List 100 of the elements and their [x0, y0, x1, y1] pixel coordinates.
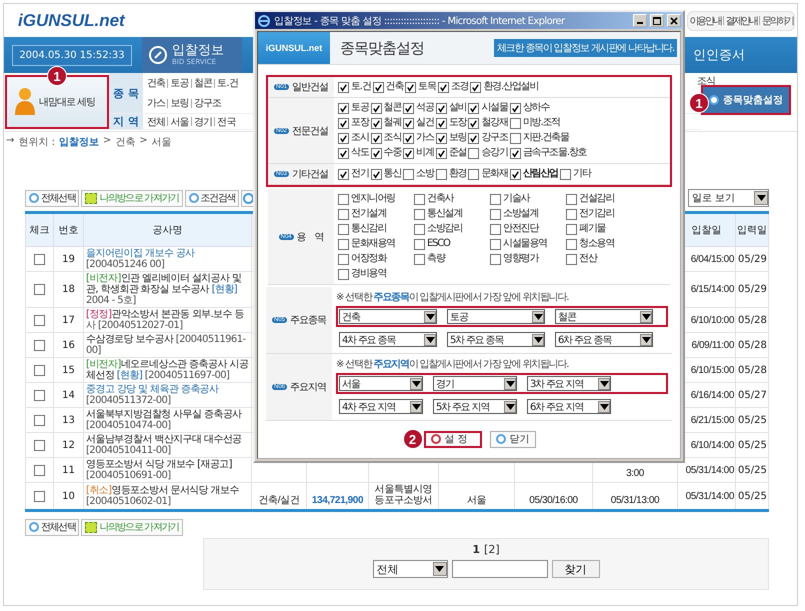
checkbox[interactable]	[510, 132, 521, 144]
checkbox-label[interactable]: 도장	[448, 116, 466, 130]
checkbox[interactable]	[566, 208, 577, 220]
checkbox[interactable]	[468, 118, 480, 128]
checkbox[interactable]	[338, 132, 349, 144]
checkbox-label[interactable]: 폐기물	[579, 222, 606, 236]
breadcrumb-link[interactable]: 건축	[115, 135, 136, 149]
checkbox-label[interactable]: 통신감리	[351, 222, 386, 236]
checkbox-label[interactable]: 환경.산업설비	[483, 80, 538, 94]
nav-tab[interactable]: 인인증서	[687, 37, 797, 73]
checkbox[interactable]	[436, 102, 447, 114]
checkbox[interactable]	[490, 224, 501, 234]
search-field[interactable]	[452, 560, 548, 578]
top-link[interactable]: 이용안내	[689, 14, 721, 28]
checkbox[interactable]	[490, 194, 501, 204]
checkbox[interactable]	[403, 102, 414, 114]
toolbar-button[interactable]: 전체선택	[25, 190, 80, 206]
checkbox[interactable]	[338, 118, 349, 128]
row-checkbox[interactable]	[34, 340, 45, 350]
checkbox-label[interactable]: 석공	[416, 101, 434, 115]
checkbox-label[interactable]: 준설	[448, 146, 466, 160]
checkbox[interactable]	[403, 148, 414, 158]
checkbox-label[interactable]: 지판.건축물	[522, 131, 569, 145]
breadcrumb-link[interactable]: 입찰정보	[58, 135, 99, 149]
checkbox-label[interactable]: 철강재	[481, 116, 508, 130]
page-link[interactable]: [2]	[484, 543, 500, 556]
checkbox-label[interactable]: 보링	[448, 131, 466, 145]
checkbox-label[interactable]: 토공	[351, 101, 369, 115]
category-link[interactable]: 철콘	[194, 76, 212, 90]
view-dropdown[interactable]: 일로 보기	[688, 189, 769, 207]
close-button[interactable]	[667, 14, 681, 27]
checkbox[interactable]	[338, 148, 349, 158]
category-link[interactable]: 보링	[170, 96, 189, 110]
row-checkbox[interactable]	[34, 314, 45, 326]
search-scope-dropdown[interactable]: 전체	[372, 560, 448, 578]
checkbox-label[interactable]: 금속구조물.창호	[522, 146, 586, 160]
checkbox[interactable]	[566, 238, 577, 250]
checkbox[interactable]	[490, 238, 501, 250]
row-checkbox[interactable]	[34, 390, 45, 400]
toolbar-button[interactable]: 조건검색	[184, 190, 239, 206]
checkbox-label[interactable]: 토.건	[351, 80, 371, 94]
search-button[interactable]: 찾기	[552, 560, 600, 578]
project-title[interactable]: [비전자]인관 엘리베이터 설치공사 및 관, 학생회관 화장실 보수공사 [현황] 2004 - 5호]	[84, 272, 252, 308]
checkbox[interactable]	[490, 254, 501, 264]
checkbox[interactable]	[436, 168, 447, 180]
dropdown[interactable]: 4차 주요 종목	[339, 332, 437, 347]
checkbox[interactable]	[338, 194, 349, 204]
dropdown[interactable]: 철콘	[555, 309, 653, 324]
checkbox[interactable]	[338, 224, 349, 234]
checkbox[interactable]	[370, 168, 382, 180]
checkbox-label[interactable]: 소방감리	[427, 222, 462, 236]
checkbox[interactable]	[338, 82, 349, 92]
checkbox[interactable]	[468, 132, 480, 144]
project-title[interactable]: 영등포소방서 식당 개보수 [재공고] [20040510691-00]	[84, 458, 252, 482]
checkbox-label[interactable]: 실건	[416, 116, 434, 130]
dropdown[interactable]: 건축	[339, 309, 437, 324]
checkbox[interactable]	[338, 238, 349, 250]
checkbox[interactable]	[370, 148, 382, 158]
checkbox[interactable]	[403, 118, 414, 128]
checkbox-label[interactable]: 전기설계	[351, 207, 386, 221]
checkbox-label[interactable]: 조식	[384, 131, 402, 145]
checkbox-label[interactable]: 삭도	[351, 146, 369, 160]
breadcrumb-link[interactable]: 서울	[152, 135, 172, 149]
row-checkbox[interactable]	[34, 464, 45, 476]
custom-settings-button[interactable]: 종목맞춤설정	[701, 85, 791, 115]
checkbox[interactable]	[414, 224, 425, 234]
checkbox-label[interactable]: 시설물용역	[503, 237, 548, 251]
checkbox[interactable]	[468, 102, 480, 114]
category-link[interactable]: 가스	[147, 96, 166, 110]
category-link[interactable]: 토공	[170, 76, 189, 90]
checkbox-label[interactable]: 전기	[351, 167, 369, 181]
checkbox[interactable]	[414, 254, 425, 264]
row-checkbox[interactable]	[34, 254, 45, 264]
checkbox-label[interactable]: 철콘	[384, 101, 402, 115]
top-link[interactable]: 결제안내	[726, 14, 757, 28]
checkbox-label[interactable]: 소방	[416, 167, 434, 181]
dropdown[interactable]: 5차 주요 종목	[447, 332, 545, 347]
checkbox[interactable]	[403, 132, 414, 144]
toolbar-button[interactable]: 전체선택	[25, 518, 80, 536]
dropdown[interactable]: 4차 주요 지역	[339, 399, 423, 414]
checkbox-label[interactable]: 영향평가	[503, 252, 538, 266]
dropdown[interactable]: 경기	[433, 376, 517, 391]
checkbox-label[interactable]: 수중	[384, 146, 402, 160]
checkbox[interactable]	[372, 82, 384, 92]
checkbox[interactable]	[566, 224, 577, 234]
checkbox-label[interactable]: 소방설계	[503, 207, 538, 221]
checkbox-label[interactable]: 엔지니어링	[351, 192, 396, 206]
checkbox[interactable]	[414, 194, 425, 204]
checkbox-label[interactable]: 건축사	[427, 192, 454, 206]
minimize-button[interactable]	[633, 14, 647, 27]
checkbox[interactable]	[338, 168, 349, 180]
project-title[interactable]: 서울남부경찰서 백산지구대 대수선공 [20040510411-00]	[84, 432, 252, 458]
checkbox[interactable]	[438, 82, 449, 92]
checkbox-label[interactable]: 철궤	[384, 116, 402, 130]
row-checkbox[interactable]	[34, 284, 45, 295]
checkbox[interactable]	[470, 82, 482, 92]
checkbox-label[interactable]: 어장정화	[351, 252, 386, 266]
checkbox-label[interactable]: 건축	[386, 80, 404, 94]
checkbox-label[interactable]: 통신설계	[427, 207, 462, 221]
checkbox-label[interactable]: 환경	[448, 167, 466, 181]
